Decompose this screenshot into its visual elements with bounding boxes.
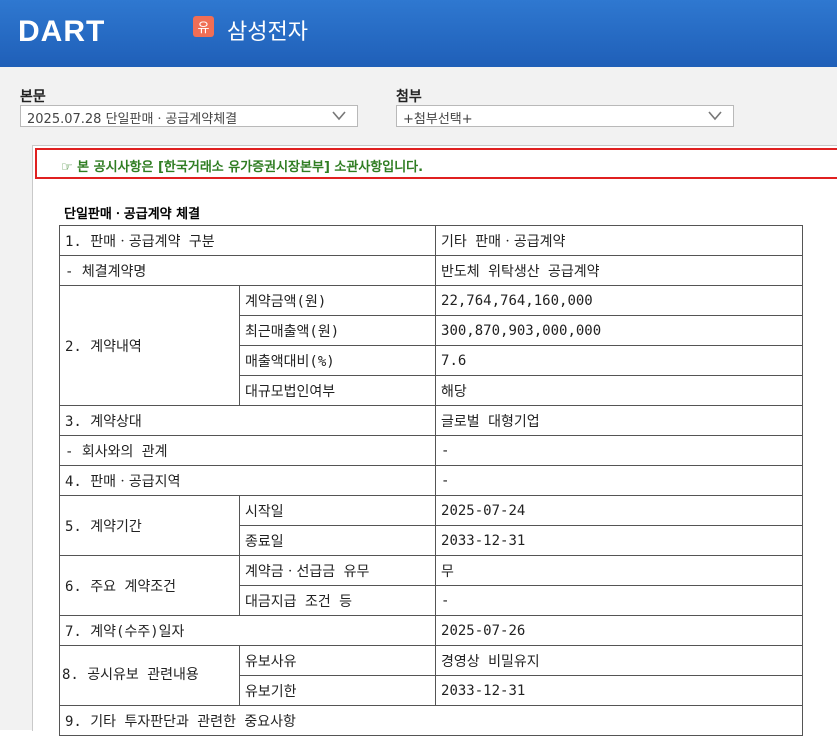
row-value: 2025-07-26 xyxy=(435,615,804,646)
row-sublabel: 대규모법인여부 xyxy=(238,375,437,406)
dart-logo[interactable]: DART xyxy=(18,14,105,50)
top-header: DART 유 삼성전자 xyxy=(0,0,837,67)
row-value: 경영상 비밀유지 xyxy=(435,645,804,676)
row-label: 8. 공시유보 관련내용 xyxy=(59,645,240,706)
row-label: 4. 판매ㆍ공급지역 xyxy=(58,465,437,496)
row-value: 7.6 xyxy=(435,345,804,376)
row-label: 2. 계약내역 xyxy=(59,285,240,406)
attachment-select[interactable]: +첨부선택+ xyxy=(396,105,734,127)
row-label: 1. 판매ㆍ공급계약 구분 xyxy=(58,225,437,256)
row-value: - xyxy=(435,585,804,616)
row-label: - 체결계약명 xyxy=(58,255,437,286)
attach-select-value: +첨부선택+ xyxy=(403,112,473,127)
row-value: - xyxy=(435,465,804,496)
row-sublabel: 종료일 xyxy=(238,525,437,556)
row-sublabel: 대금지급 조건 등 xyxy=(238,585,437,616)
row-value: 2033-12-31 xyxy=(435,675,804,706)
table-row: 9. 기타 투자판단과 관련한 중요사항 xyxy=(58,705,804,736)
row-label: 7. 계약(수주)일자 xyxy=(58,615,437,646)
main-select-label: 본문 xyxy=(20,89,46,105)
main-select-value: 2025.07.28 단일판매ㆍ공급계약체결 xyxy=(27,112,238,127)
table-row: 8. 공시유보 관련내용 유보사유 경영상 비밀유지 xyxy=(59,645,804,706)
table-row: 6. 주요 계약조건 계약금ㆍ선급금 유무 무 xyxy=(59,555,804,616)
row-value: 반도체 위탁생산 공급계약 xyxy=(435,255,804,286)
chevron-down-icon xyxy=(708,111,722,121)
logo-text: DART xyxy=(18,15,106,48)
table-row: 1. 판매ㆍ공급계약 구분 기타 판매ㆍ공급계약 xyxy=(58,225,804,256)
row-value: 기타 판매ㆍ공급계약 xyxy=(435,225,804,256)
table-row: - 체결계약명 반도체 위탁생산 공급계약 xyxy=(58,255,804,286)
row-sublabel: 최근매출액(원) xyxy=(238,315,437,346)
row-sublabel: 시작일 xyxy=(238,495,437,526)
disclosure-table: 1. 판매ㆍ공급계약 구분 기타 판매ㆍ공급계약 - 체결계약명 반도체 위탁생… xyxy=(58,225,804,736)
row-sublabel: 유보사유 xyxy=(238,645,437,676)
table-row: 3. 계약상대 글로벌 대형기업 xyxy=(58,405,804,436)
row-sublabel: 유보기한 xyxy=(238,675,437,706)
row-value: 300,870,903,000,000 xyxy=(435,315,804,346)
main-document-select[interactable]: 2025.07.28 단일판매ㆍ공급계약체결 xyxy=(20,105,358,127)
row-label: 3. 계약상대 xyxy=(58,405,437,436)
row-label: - 회사와의 관계 xyxy=(58,435,437,466)
notice-banner: ☞ 본 공시사항은 [한국거래소 유가증권시장본부] 소관사항입니다. xyxy=(35,148,837,179)
row-value: 해당 xyxy=(435,375,804,406)
row-label: 6. 주요 계약조건 xyxy=(59,555,240,616)
table-row: 4. 판매ㆍ공급지역 - xyxy=(58,465,804,496)
row-label: 9. 기타 투자판단과 관련한 중요사항 xyxy=(58,705,804,736)
row-label: 5. 계약기간 xyxy=(59,495,240,556)
row-sublabel: 계약금ㆍ선급금 유무 xyxy=(238,555,437,586)
chevron-down-icon xyxy=(332,111,346,121)
table-row: 7. 계약(수주)일자 2025-07-26 xyxy=(58,615,804,646)
row-sublabel: 계약금액(원) xyxy=(238,285,437,316)
company-name: 삼성전자 xyxy=(227,20,308,45)
row-value: 무 xyxy=(435,555,804,586)
attach-select-label: 첨부 xyxy=(396,89,422,105)
row-value: 2025-07-24 xyxy=(435,495,804,526)
row-value: 22,764,764,160,000 xyxy=(435,285,804,316)
notice-text: ☞ 본 공시사항은 [한국거래소 유가증권시장본부] 소관사항입니다. xyxy=(61,160,424,175)
row-value: - xyxy=(435,435,804,466)
market-badge: 유 xyxy=(193,16,214,37)
row-value: 글로벌 대형기업 xyxy=(435,405,804,436)
document-title: 단일판매ㆍ공급계약 체결 xyxy=(64,207,201,222)
table-row: 2. 계약내역 계약금액(원) 22,764,764,160,000 xyxy=(59,285,804,406)
row-sublabel: 매출액대비(%) xyxy=(238,345,437,376)
table-row: 5. 계약기간 시작일 2025-07-24 xyxy=(59,495,804,556)
table-row: - 회사와의 관계 - xyxy=(58,435,804,466)
row-value: 2033-12-31 xyxy=(435,525,804,556)
